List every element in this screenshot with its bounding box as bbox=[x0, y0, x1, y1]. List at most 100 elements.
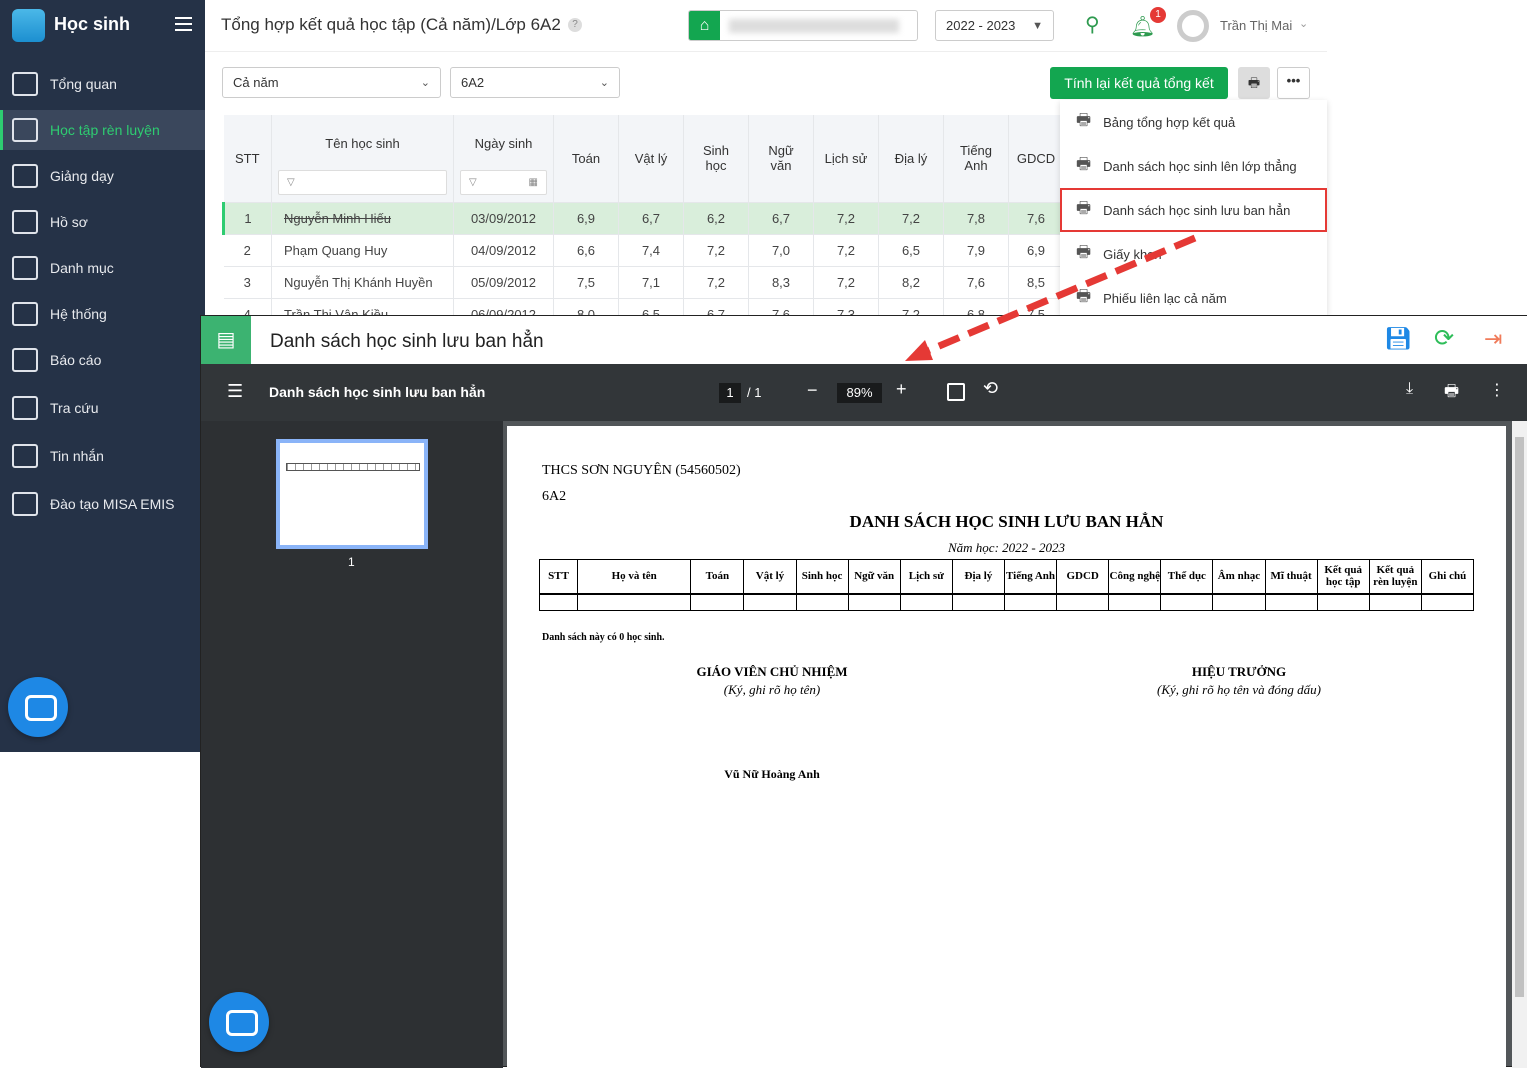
print-menu-item[interactable]: 🖶︎ Phiếu liên lạc cả năm bbox=[1060, 276, 1327, 320]
thumbnail-panel: 1 bbox=[201, 421, 503, 1068]
table-row[interactable]: 2 Phạm Quang Huy 04/09/2012 6,6 7,4 7,2 7,0 7,2… bbox=[223, 233, 1064, 266]
nav-icon bbox=[12, 118, 38, 142]
page-thumbnail[interactable] bbox=[276, 439, 428, 549]
column-filter-input[interactable]: ▽ bbox=[278, 169, 447, 195]
avatar[interactable] bbox=[1177, 10, 1209, 42]
table-cell: 7,9 bbox=[943, 233, 1009, 266]
column-header: STT bbox=[223, 115, 272, 202]
chevron-down-icon: ⌄ bbox=[599, 77, 609, 89]
print-button[interactable]: 🖶︎ bbox=[1238, 67, 1270, 99]
more-options-icon[interactable]: ⋮ bbox=[1489, 380, 1505, 400]
recalculate-button[interactable]: Tính lại kết quả tổng kết bbox=[1050, 67, 1228, 99]
table-cell: 8,5 bbox=[1008, 265, 1064, 298]
help-icon[interactable]: ? bbox=[568, 18, 582, 32]
doc-column-header: Âm nhạc bbox=[1212, 559, 1266, 594]
sidebar-item[interactable]: Học tập rèn luyện bbox=[0, 110, 205, 150]
table-row[interactable]: 1 Nguyễn Minh Hiếu 03/09/2012 6,9 6,7 6,2 6,7 7… bbox=[222, 201, 1064, 234]
menu-toggle-icon[interactable] bbox=[175, 17, 192, 31]
table-cell: 7,8 bbox=[943, 201, 1009, 234]
printer-icon: 🖶︎ bbox=[1076, 287, 1092, 305]
print-menu-item[interactable]: 🖶︎ Bảng tổng hợp kết quả bbox=[1060, 100, 1327, 144]
user-chevron-icon[interactable]: ⌄ bbox=[1299, 17, 1308, 30]
sidebar-item[interactable]: Hệ thống bbox=[0, 294, 205, 334]
user-name[interactable]: Trần Thị Mai bbox=[1220, 18, 1292, 33]
column-header: Sinh học bbox=[683, 115, 749, 202]
chevron-down-icon: ▼ bbox=[1032, 19, 1043, 32]
period-value: Cả năm bbox=[233, 75, 279, 90]
table-cell: 7,6 bbox=[943, 265, 1009, 298]
thumbnail-table bbox=[286, 463, 420, 471]
print-menu-item[interactable]: 🖶︎ Danh sách học sinh lên lớp thẳng bbox=[1060, 144, 1327, 188]
table-cell: 7,2 bbox=[683, 233, 749, 266]
viewer-header: ▤ Danh sách học sinh lưu ban hẳn 💾︎ ⟳ ⇥ bbox=[201, 316, 1527, 364]
sidebar-item[interactable]: Đào tạo MISA EMIS bbox=[0, 484, 205, 524]
download-icon[interactable]: ⤓ bbox=[1406, 380, 1413, 398]
column-filter-input[interactable]: ▽ ▦ bbox=[460, 169, 547, 195]
doc-empty-cell bbox=[1108, 592, 1162, 611]
period-select[interactable]: Cả năm ⌄ bbox=[222, 67, 441, 98]
more-button[interactable]: ••• bbox=[1277, 67, 1310, 99]
chat-button[interactable] bbox=[209, 992, 269, 1052]
page-input[interactable]: 1 bbox=[719, 383, 741, 403]
zoom-out-icon[interactable]: − bbox=[807, 380, 818, 401]
sidebar-item[interactable]: Báo cáo bbox=[0, 340, 205, 380]
column-header: Tiếng Anh bbox=[943, 115, 1009, 202]
doc-column-header: Ngữ văn bbox=[847, 559, 901, 594]
sidebar-item[interactable]: Tổng quan bbox=[0, 64, 205, 104]
chat-button[interactable] bbox=[8, 677, 68, 737]
table-cell: 04/09/2012 bbox=[453, 233, 554, 266]
table-cell: 6,2 bbox=[683, 201, 749, 234]
thumbnail-label: 1 bbox=[348, 555, 355, 569]
class-select[interactable]: 6A2 ⌄ bbox=[450, 67, 620, 98]
doc-column-header: STT bbox=[538, 559, 579, 594]
nav-icon bbox=[12, 210, 38, 234]
print-menu-item[interactable]: 🖶︎ Giấy khen bbox=[1060, 232, 1327, 276]
exit-icon[interactable]: ⇥ bbox=[1484, 326, 1502, 352]
scrollbar-thumb[interactable] bbox=[1515, 437, 1524, 997]
pdf-toolbar: ☰ Danh sách học sinh lưu ban hẳn 1 / 1 −… bbox=[201, 364, 1527, 421]
nav-icon bbox=[12, 444, 38, 468]
year-select[interactable]: 2022 - 2023 ▼ bbox=[935, 10, 1054, 41]
column-header-label: Tiếng Anh bbox=[959, 143, 993, 174]
sidebar-item[interactable]: Hồ sơ bbox=[0, 202, 205, 242]
table-cell: 03/09/2012 bbox=[453, 201, 554, 234]
sidebar-item[interactable]: Danh mục bbox=[0, 248, 205, 288]
doc-empty-cell bbox=[743, 592, 797, 611]
sidebar-item-label: Báo cáo bbox=[50, 352, 102, 368]
column-header: Ngữ văn bbox=[748, 115, 814, 202]
table-row[interactable]: 3 Nguyễn Thị Khánh Huyền 05/09/2012 7,5 7,1 7… bbox=[223, 265, 1064, 298]
menu-item-label: Danh sách học sinh lưu ban hẳn bbox=[1103, 202, 1291, 218]
sidebar-item-label: Danh mục bbox=[50, 260, 114, 276]
rotate-icon[interactable]: ⟲ bbox=[983, 378, 998, 399]
pdf-print-icon[interactable]: 🖶︎ bbox=[1444, 380, 1459, 407]
pdf-menu-icon[interactable]: ☰ bbox=[227, 381, 243, 402]
sidebar-item-label: Tra cứu bbox=[50, 400, 99, 416]
sidebar-item-label: Tin nhắn bbox=[50, 448, 104, 464]
fit-page-icon[interactable] bbox=[947, 383, 965, 401]
refresh-icon[interactable]: ⟳ bbox=[1434, 324, 1454, 353]
table-cell: 6,7 bbox=[748, 201, 814, 234]
column-header: Vật lý bbox=[618, 115, 684, 202]
year-value: 2022 - 2023 bbox=[946, 18, 1016, 33]
sidebar-item[interactable]: Tin nhắn bbox=[0, 436, 205, 476]
menu-item-label: Danh sách học sinh lên lớp thẳng bbox=[1103, 158, 1297, 174]
page-title: Tổng hợp kết quả học tập (Cả năm)/Lớp 6A… bbox=[221, 15, 561, 34]
print-menu-item[interactable]: 🖶︎ Danh sách học sinh lưu ban hẳn bbox=[1060, 188, 1327, 232]
zoom-in-icon[interactable]: + bbox=[896, 379, 907, 400]
school-selector[interactable]: ⌂ bbox=[688, 10, 918, 41]
vertical-scrollbar[interactable] bbox=[1512, 421, 1527, 1068]
save-icon[interactable]: 💾︎ bbox=[1384, 326, 1412, 352]
sidebar-item[interactable]: Giảng dạy bbox=[0, 156, 205, 196]
table-cell: 6,7 bbox=[618, 201, 684, 234]
search-analytics-icon[interactable]: ⚲ bbox=[1085, 12, 1100, 37]
column-header-label: Sinh học bbox=[702, 143, 730, 174]
sidebar-item-label: Tổng quan bbox=[50, 76, 117, 92]
table-cell: 7,0 bbox=[748, 233, 814, 266]
zoom-input[interactable]: 89% bbox=[837, 383, 882, 403]
chevron-down-icon: ⌄ bbox=[420, 77, 430, 89]
table-cell: 7,4 bbox=[618, 233, 684, 266]
column-header-label: Ngày sinh bbox=[474, 135, 533, 151]
sidebar-item-label: Hồ sơ bbox=[50, 214, 88, 230]
doc-column-header: Kết quả rèn luyện bbox=[1368, 559, 1422, 594]
sidebar-item[interactable]: Tra cứu bbox=[0, 388, 205, 428]
